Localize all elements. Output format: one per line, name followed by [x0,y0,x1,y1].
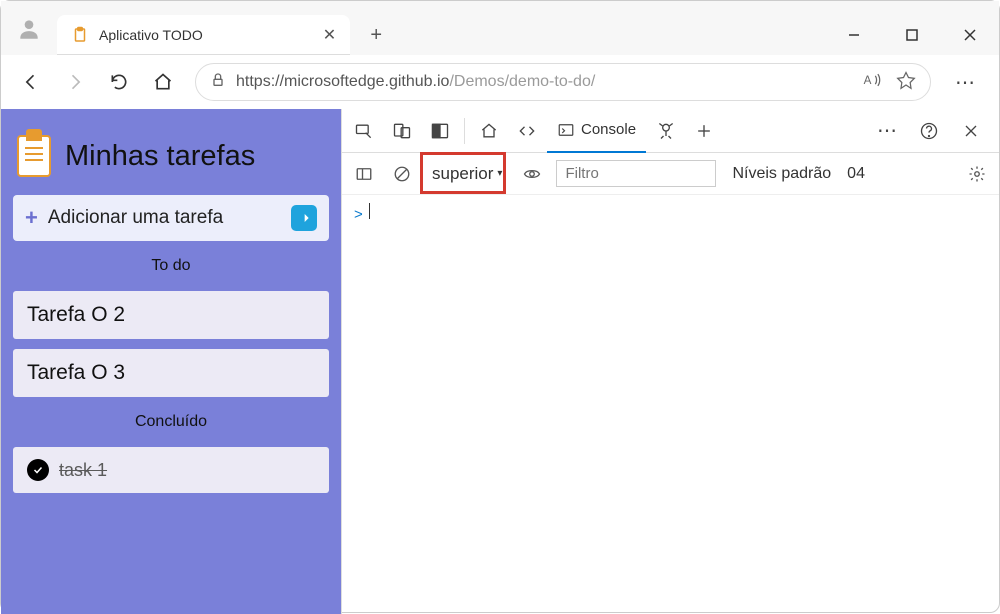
device-toggle-icon[interactable] [384,113,420,149]
submit-task-button[interactable] [291,205,317,231]
help-icon[interactable] [911,113,947,149]
elements-tab-icon[interactable] [509,113,545,149]
close-tab-icon[interactable]: ✕ [323,25,336,45]
console-cursor [369,203,370,219]
task-item-done[interactable]: task 1 [13,447,329,493]
devtools-panel: Console ⋯ superior ▾ Níveis padrão [341,109,999,614]
sources-tab-icon[interactable] [648,113,684,149]
inspect-element-icon[interactable] [346,113,382,149]
todo-app: Minhas tarefas + Adicionar uma tarefa To… [1,109,341,614]
clear-console-icon[interactable] [388,160,416,188]
dock-icon[interactable] [422,113,458,149]
minimize-button[interactable] [825,15,883,55]
context-dropdown[interactable]: superior ▾ [426,162,508,186]
separator [464,118,465,144]
tab-title: Aplicativo TODO [99,27,203,43]
more-tabs-button[interactable] [686,113,722,149]
url-text: https://microsoftedge.github.io/Demos/de… [236,73,852,91]
console-tab-label: Console [581,121,636,138]
clipboard-icon [17,135,51,177]
forward-button [55,62,95,102]
close-devtools-button[interactable] [953,113,989,149]
log-levels-dropdown[interactable]: Níveis padrão [732,165,831,183]
section-done-label: Concluído [13,407,329,437]
lock-icon [210,72,226,93]
read-aloud-icon[interactable]: A [862,70,882,95]
task-done-label: task 1 [59,460,107,481]
browser-tab[interactable]: Aplicativo TODO ✕ [57,15,350,55]
add-task-row[interactable]: + Adicionar uma tarefa [13,195,329,241]
check-icon [27,459,49,481]
browser-menu-button[interactable]: ⋯ [943,70,989,95]
chevron-down-icon: ▾ [497,168,502,179]
live-expression-icon[interactable] [518,160,546,188]
add-task-input[interactable]: Adicionar uma tarefa [48,207,281,229]
profile-avatar[interactable] [9,9,49,49]
back-button[interactable] [11,62,51,102]
issues-count[interactable]: 04 [847,165,865,183]
section-todo-label: To do [13,251,329,281]
console-tab[interactable]: Console [547,109,646,153]
console-prompt-icon: > [354,206,363,223]
address-bar[interactable]: https://microsoftedge.github.io/Demos/de… [195,63,931,101]
favorite-icon[interactable] [896,70,916,95]
task-item[interactable]: Tarefa O 2 [13,291,329,339]
new-tab-button[interactable]: + [356,15,396,55]
filter-input[interactable] [556,160,716,187]
maximize-button[interactable] [883,15,941,55]
app-title: Minhas tarefas [65,140,255,173]
task-item[interactable]: Tarefa O 3 [13,349,329,397]
gear-icon[interactable] [963,160,991,188]
close-window-button[interactable] [941,15,999,55]
context-dropdown-label: superior [432,164,493,184]
plus-icon: + [25,205,38,231]
console-body[interactable]: > [342,195,999,614]
home-button[interactable] [143,62,183,102]
welcome-tab-icon[interactable] [471,113,507,149]
refresh-button[interactable] [99,62,139,102]
sidebar-toggle-icon[interactable] [350,160,378,188]
devtools-menu-button[interactable]: ⋯ [871,118,905,143]
clipboard-icon [71,26,89,44]
svg-text:A: A [864,74,872,87]
